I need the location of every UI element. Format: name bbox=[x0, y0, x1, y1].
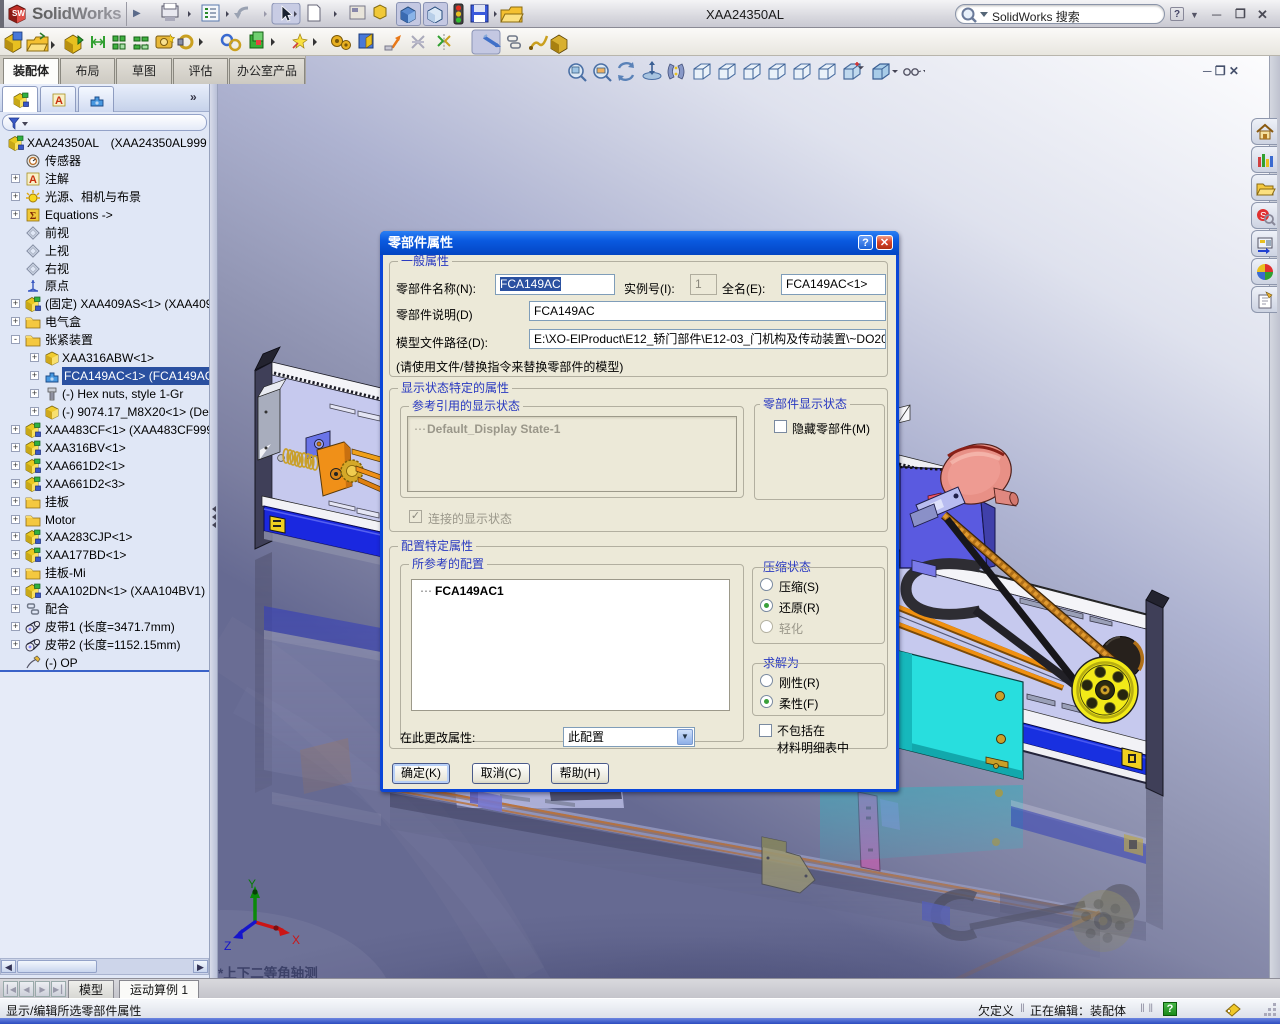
svg-text:X: X bbox=[292, 933, 300, 947]
svg-text:*上下二等角轴测: *上下二等角轴测 bbox=[218, 965, 318, 978]
svg-text:SW: SW bbox=[12, 9, 25, 18]
svg-text:Y: Y bbox=[248, 877, 256, 891]
svg-text:Z: Z bbox=[224, 939, 231, 953]
